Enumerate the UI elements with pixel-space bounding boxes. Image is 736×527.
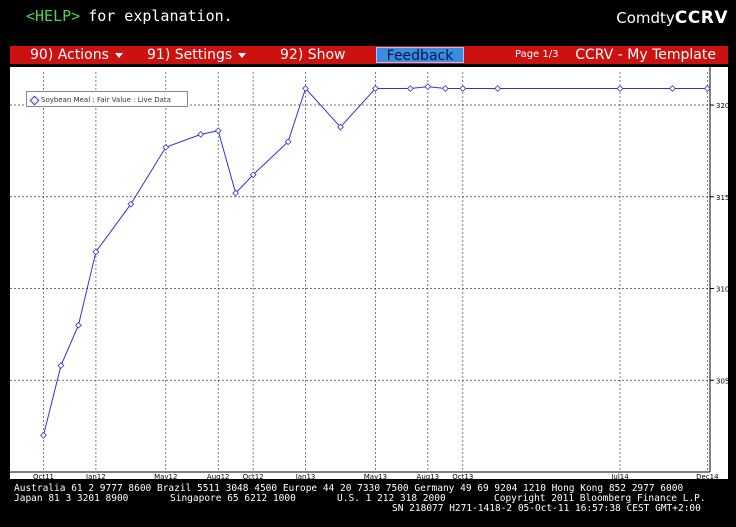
data-point xyxy=(703,85,711,92)
x-tick-label: Aug12 xyxy=(207,473,230,479)
data-point xyxy=(162,143,170,151)
x-tick-label: May13 xyxy=(364,473,387,479)
help-text: for explanation. xyxy=(88,7,233,25)
actions-menu[interactable]: 90) Actions xyxy=(30,46,123,64)
curve-chart[interactable]: 305 310 315 320 Oct11 Jan12 May12 Aug12 Oct12 Jan… xyxy=(10,67,729,481)
chevron-down-icon xyxy=(114,52,123,58)
actions-menu-label: 90) Actions xyxy=(30,47,109,63)
diamond-marker-icon xyxy=(29,95,40,106)
x-tick-label: Jan12 xyxy=(85,473,106,479)
data-point xyxy=(40,431,47,439)
footer-us: U.S. 1 212 318 2000 xyxy=(337,493,446,504)
y-tick-label: 305 xyxy=(716,377,728,385)
x-tick-label: Aug13 xyxy=(417,473,440,479)
show-menu-label: 92) Show xyxy=(280,47,346,63)
x-tick-label: Jan13 xyxy=(295,473,316,479)
data-point xyxy=(669,85,676,92)
data-point xyxy=(494,85,502,92)
x-tick-label: May12 xyxy=(154,473,177,479)
y-tick-label: 315 xyxy=(716,194,728,202)
data-point xyxy=(616,85,624,92)
x-tick-label: Oct11 xyxy=(33,473,54,479)
footer-line-3: SN 218077 H271-1418-2 05-Oct-11 16:57:38… xyxy=(392,503,701,514)
help-hint: <HELP> for explanation. xyxy=(26,7,233,25)
data-point xyxy=(75,321,82,329)
footer-singapore: Singapore 65 6212 1000 xyxy=(170,493,296,504)
footer-copyright: Copyright 2011 Bloomberg Finance L.P. xyxy=(494,493,706,504)
y-tick-label: 310 xyxy=(716,286,728,294)
menu-bar: 90) Actions 91) Settings 92) Show Feedba… xyxy=(10,46,728,64)
settings-menu[interactable]: 91) Settings xyxy=(147,46,247,64)
template-name: CCRV - My Template xyxy=(575,47,716,63)
chart-panel: 305 310 315 320 Oct11 Jan12 May12 Aug12 Oct12 Jan… xyxy=(10,67,729,481)
data-point xyxy=(57,362,65,369)
data-point xyxy=(406,85,414,92)
chart-legend: Soybean Meal : Fair Value : Live Data xyxy=(26,91,188,107)
screen-id: ComdtyCCRV xyxy=(616,8,728,28)
data-point xyxy=(424,83,432,91)
x-tick-label: Jul14 xyxy=(610,473,629,479)
help-key[interactable]: <HELP> xyxy=(26,7,80,25)
screen-command: CCRV xyxy=(674,8,728,28)
page-indicator: Page 1/3 xyxy=(515,49,559,60)
chevron-down-icon xyxy=(238,52,247,58)
y-tick-label: 320 xyxy=(716,102,728,110)
show-menu[interactable]: 92) Show xyxy=(280,46,346,64)
feedback-button[interactable]: Feedback xyxy=(376,47,464,64)
x-tick-label: Oct13 xyxy=(452,473,473,479)
x-tick-label: Dec14 xyxy=(696,473,719,479)
x-tick-label: Oct12 xyxy=(243,473,264,479)
legend-label: Soybean Meal : Fair Value : Live Data xyxy=(41,96,171,104)
data-point xyxy=(459,85,467,92)
screen-prefix: Comdty xyxy=(616,9,675,27)
data-point xyxy=(441,85,449,92)
settings-menu-label: 91) Settings xyxy=(147,47,233,63)
footer-japan: Japan 81 3 3201 8900 xyxy=(14,493,129,504)
data-point xyxy=(214,127,222,135)
footer: Australia 61 2 9777 8600 Brazil 5511 304… xyxy=(14,484,706,514)
data-point xyxy=(197,130,205,138)
